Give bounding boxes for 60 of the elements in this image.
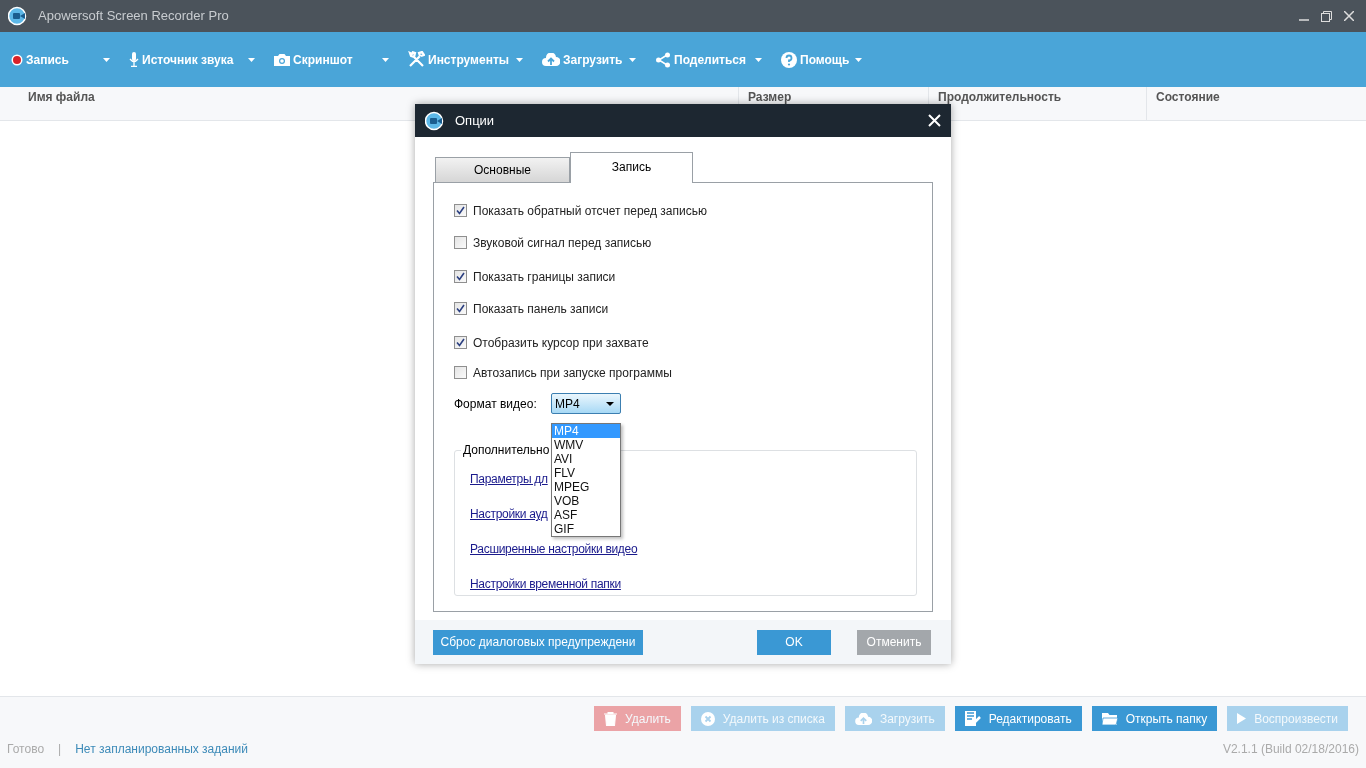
format-dropdown[interactable]: MP4	[551, 393, 621, 414]
remove-icon	[700, 711, 715, 726]
checkbox-label: Показать обратный отсчет перед записью	[473, 202, 707, 220]
share-icon	[655, 51, 671, 68]
format-label: Формат видео:	[454, 395, 538, 413]
film-edit-icon	[964, 711, 981, 726]
window-title: Apowersoft Screen Recorder Pro	[38, 7, 229, 26]
caret-icon	[516, 57, 523, 62]
checkbox-label: Показать границы записи	[473, 268, 616, 286]
caret-icon	[103, 57, 110, 62]
tab[interactable]: Запись	[570, 152, 693, 183]
checkbox[interactable]	[454, 270, 467, 283]
checkbox-label: Отобразить курсор при захвате	[473, 334, 649, 352]
column-header[interactable]: Состояние	[1156, 90, 1220, 104]
dialog-title: Опции	[455, 111, 495, 130]
folder-icon	[1101, 712, 1118, 725]
checkbox[interactable]	[454, 366, 467, 379]
caret-icon	[755, 57, 762, 62]
tab[interactable]: Основные	[435, 157, 570, 183]
checkbox[interactable]	[454, 236, 467, 249]
caret-icon	[606, 401, 614, 406]
cloud-upload-icon	[542, 53, 560, 66]
version-label: V2.1.1 (Build 02/18/2016)	[1222, 741, 1359, 758]
settings-link[interactable]: Параметры дл	[470, 472, 548, 488]
help-icon	[781, 51, 797, 68]
caret-icon	[382, 57, 389, 62]
trash-icon	[604, 711, 618, 726]
settings-link[interactable]: Расширенные настройки видео	[470, 542, 638, 558]
dropdown-option[interactable]: ASF	[552, 508, 620, 522]
checkbox-label: Звуковой сигнал перед записью	[473, 234, 652, 252]
dropdown-option[interactable]: GIF	[552, 522, 620, 536]
checkbox-label: Показать панель записи	[473, 300, 609, 318]
tools-icon	[408, 51, 425, 68]
dropdown-option[interactable]: VOB	[552, 494, 620, 508]
status-text: Готово	[7, 741, 45, 758]
caret-icon	[248, 57, 255, 62]
column-header[interactable]: Размер	[748, 90, 792, 104]
dropdown-option[interactable]: FLV	[552, 466, 620, 480]
schedule-status: Нет запланированных заданий	[75, 741, 248, 758]
checkbox-label: Автозапись при запуске программы	[473, 364, 672, 382]
checkbox[interactable]	[454, 204, 467, 217]
dropdown-option[interactable]: WMV	[552, 438, 620, 452]
column-header[interactable]: Имя файла	[28, 90, 95, 104]
group-title: Дополнительно	[461, 442, 552, 458]
settings-link[interactable]: Настройки ауд	[470, 507, 548, 523]
camera-icon	[274, 53, 290, 66]
caret-icon	[629, 57, 636, 62]
maximize-icon[interactable]	[1321, 10, 1332, 22]
checkbox[interactable]	[454, 302, 467, 315]
record-icon	[11, 53, 23, 66]
cloud-upload-icon	[854, 712, 872, 725]
caret-icon	[855, 57, 863, 62]
dropdown-option[interactable]: AVI	[552, 452, 620, 466]
play-icon	[1237, 713, 1247, 724]
settings-link[interactable]: Настройки временной папки	[470, 577, 621, 593]
microphone-icon	[129, 52, 139, 67]
column-header[interactable]: Продолжительность	[938, 90, 1062, 104]
status-separator: |	[58, 741, 62, 758]
dropdown-option[interactable]: MPEG	[552, 480, 620, 494]
checkbox[interactable]	[454, 336, 467, 349]
